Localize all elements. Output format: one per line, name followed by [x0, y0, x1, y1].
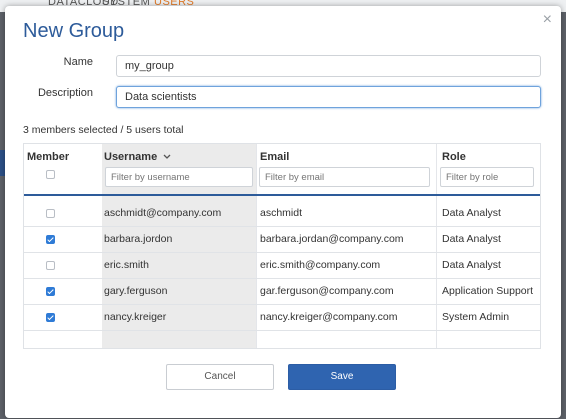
members-table: Member Username Email Role aschmidt@comp…: [23, 143, 541, 349]
role-cell: System Admin: [442, 311, 510, 323]
email-cell: aschmidt: [260, 207, 303, 219]
email-cell: eric.smith@company.com: [260, 259, 381, 271]
email-header: Email: [260, 151, 290, 163]
selection-summary: 3 members selected / 5 users total: [23, 124, 184, 136]
role-cell: Data Analyst: [442, 233, 501, 245]
save-button[interactable]: Save: [288, 364, 396, 390]
chevron-down-icon: [163, 154, 171, 160]
username-cell: eric.smith: [104, 259, 149, 271]
cancel-button[interactable]: Cancel: [166, 364, 274, 390]
table-row[interactable]: barbara.jordon barbara.jordan@company.co…: [24, 226, 540, 253]
email-cell: nancy.kreiger@company.com: [260, 311, 398, 323]
description-input[interactable]: Data scientists: [116, 86, 541, 108]
role-filter-input[interactable]: [440, 167, 534, 187]
role-cell: Data Analyst: [442, 259, 501, 271]
description-label: Description: [37, 87, 93, 99]
username-header[interactable]: Username: [104, 151, 171, 163]
member-checkbox[interactable]: [46, 261, 55, 270]
close-icon[interactable]: ×: [543, 12, 552, 28]
member-checkbox[interactable]: [46, 235, 55, 244]
username-filter-input[interactable]: [105, 167, 253, 187]
role-cell: Application Support: [442, 285, 534, 297]
email-cell: gar.ferguson@company.com: [260, 285, 394, 297]
username-cell: aschmidt@company.com: [104, 207, 222, 219]
table-row[interactable]: aschmidt@company.com aschmidt Data Analy…: [24, 200, 540, 227]
username-header-label: Username: [104, 151, 158, 163]
member-checkbox[interactable]: [46, 313, 55, 322]
table-header: Member Username Email Role: [24, 144, 540, 196]
username-cell: nancy.kreiger: [104, 311, 167, 323]
name-input[interactable]: my_group: [116, 55, 541, 77]
role-cell: Data Analyst: [442, 207, 501, 219]
dialog-title: New Group: [23, 20, 125, 42]
name-label: Name: [63, 56, 93, 68]
member-header: Member: [27, 151, 70, 163]
username-cell: gary.ferguson: [104, 285, 168, 297]
member-checkbox[interactable]: [46, 287, 55, 296]
select-all-checkbox[interactable]: [46, 170, 55, 179]
new-group-dialog: × New Group Name my_group Description Da…: [5, 6, 561, 418]
table-row[interactable]: nancy.kreiger nancy.kreiger@company.com …: [24, 304, 540, 331]
username-cell: barbara.jordon: [104, 233, 173, 245]
member-checkbox[interactable]: [46, 209, 55, 218]
email-filter-input[interactable]: [259, 167, 430, 187]
email-cell: barbara.jordan@company.com: [260, 233, 404, 245]
role-header: Role: [442, 151, 466, 163]
table-row[interactable]: eric.smith eric.smith@company.com Data A…: [24, 252, 540, 279]
table-row[interactable]: gary.ferguson gar.ferguson@company.com A…: [24, 278, 540, 305]
